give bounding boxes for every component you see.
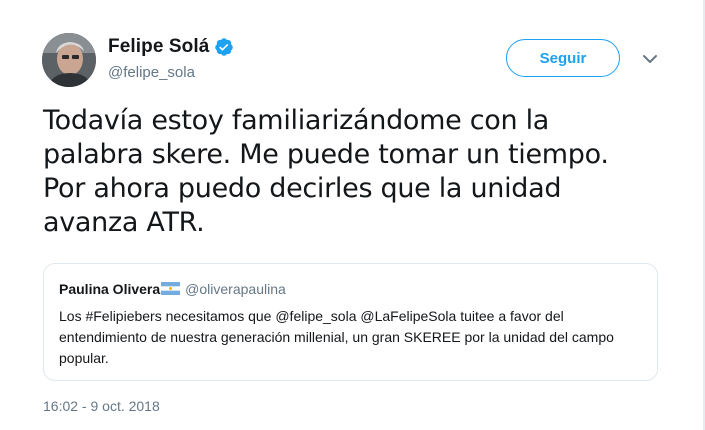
quoted-tweet-header: Paulina Olivera @oliverapaulina bbox=[59, 281, 286, 297]
chevron-down-icon[interactable] bbox=[641, 52, 659, 66]
follow-button[interactable]: Seguir bbox=[506, 39, 620, 77]
tweet-text: Todavía estoy familiarizándome con la pa… bbox=[43, 105, 609, 238]
avatar[interactable] bbox=[42, 33, 96, 87]
quoted-tweet-card[interactable]: Paulina Olivera @oliverapaulina Los #Fel… bbox=[43, 263, 658, 381]
author-display-name[interactable]: Felipe Solá bbox=[108, 36, 209, 58]
quoted-author-name: Paulina Olivera bbox=[59, 281, 161, 297]
avatar-photo bbox=[42, 33, 96, 87]
quoted-tweet-text: Los #Felipiebers necesitamos que @felipe… bbox=[59, 308, 614, 366]
quoted-author-handle: @oliverapaulina bbox=[185, 281, 286, 297]
verified-icon bbox=[214, 37, 234, 57]
argentina-flag-icon bbox=[161, 281, 181, 295]
author-name-row: Felipe Solá bbox=[108, 36, 234, 58]
tweet-timestamp[interactable]: 16:02 - 9 oct. 2018 bbox=[43, 398, 160, 414]
author-handle[interactable]: @felipe_sola bbox=[108, 64, 195, 81]
